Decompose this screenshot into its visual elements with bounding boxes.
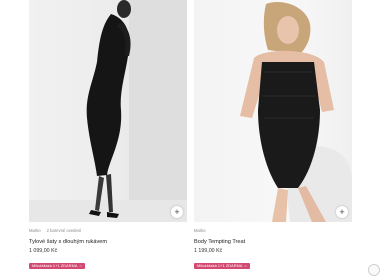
tag-icon: ⌂	[79, 264, 82, 268]
model-photo-body	[240, 2, 352, 222]
brand-name: Marko	[194, 228, 206, 233]
product-card[interactable]: + Marko 2 barevné ovedení Tylové šaty s d…	[29, 0, 187, 272]
add-to-cart-plus-icon[interactable]: +	[336, 206, 348, 218]
promo-badge: Mikulášská 1+1 ZDARMA ⌂	[194, 263, 250, 269]
product-card[interactable]: + Marko Body Tempting Treat 1 199,00 Kč …	[194, 0, 352, 272]
brand-name: Marko	[29, 228, 41, 233]
add-to-cart-plus-icon[interactable]: +	[171, 206, 183, 218]
product-image[interactable]: +	[194, 0, 352, 222]
product-image[interactable]: +	[29, 0, 187, 222]
promo-label: Mikulášská 1+1 ZDARMA	[32, 264, 78, 268]
brand-row: Marko	[194, 228, 352, 233]
promo-label: Mikulášská 1+1 ZDARMA	[197, 264, 243, 268]
promo-badge: Mikulášská 1+1 ZDARMA ⌂	[29, 263, 85, 269]
model-photo-dress	[29, 0, 187, 222]
brand-row: Marko 2 barevné ovedení	[29, 228, 187, 233]
tag-icon: ⌂	[244, 264, 247, 268]
product-price: 1 099,00 Kč	[29, 248, 58, 254]
scroll-to-top-icon[interactable]	[368, 264, 380, 276]
product-price: 1 199,00 Kč	[194, 248, 223, 254]
color-variants-badge: 2 barevné ovedení	[46, 228, 82, 233]
product-title[interactable]: Body Tempting Treat	[194, 239, 352, 245]
product-title[interactable]: Tylové šaty s dlouhým rukávem	[29, 239, 187, 245]
